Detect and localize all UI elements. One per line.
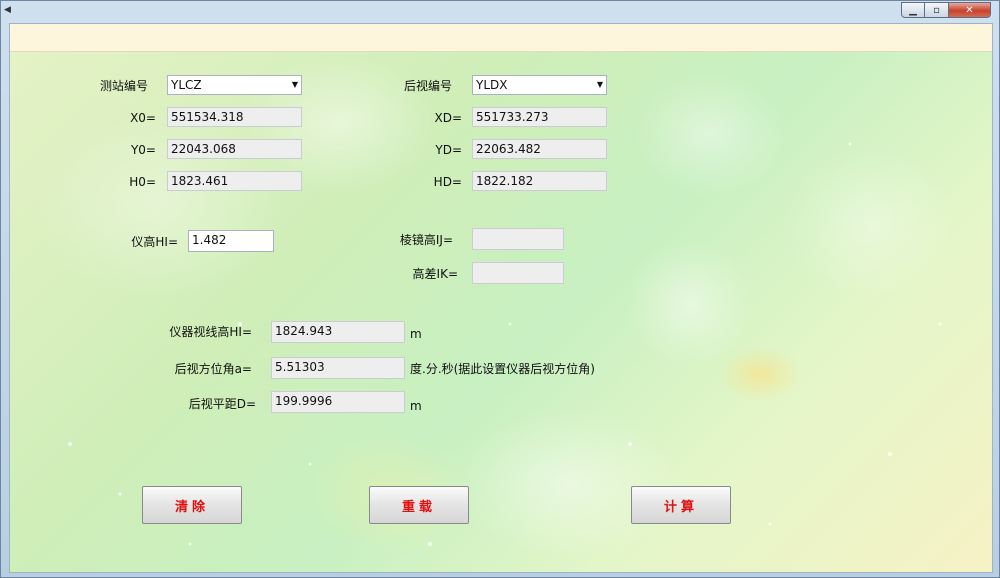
x0-field[interactable]: 551534.318 [167,107,302,127]
prism-height-field[interactable] [472,228,564,250]
station-id-label: 测站编号 [100,79,149,93]
sight-height-label: 仪器视线高HI= [169,325,252,339]
height-diff-field[interactable] [472,262,564,284]
station-id-value: YLCZ [171,78,202,92]
top-band [10,24,992,52]
chevron-down-icon: ▼ [596,80,603,89]
backsight-id-select[interactable]: YLDX ▼ [472,75,607,95]
left-arrow-icon: ◀ [4,5,11,15]
hd-field[interactable]: 1822.182 [472,171,607,191]
distance-label: 后视平距D= [188,397,256,411]
h0-field[interactable]: 1823.461 [167,171,302,191]
y0-label: Y0= [130,143,156,157]
xd-field[interactable]: 551733.273 [472,107,607,127]
prism-height-label: 棱镜高IJ= [399,233,453,247]
y0-field[interactable]: 22043.068 [167,139,302,159]
maximize-button[interactable]: ▫ [925,2,949,18]
close-icon: ✕ [965,4,974,16]
distance-field[interactable]: 199.9996 [271,391,405,413]
h0-label: H0= [129,175,156,189]
minimize-icon: ▁ [909,4,917,16]
minimize-button[interactable]: ▁ [901,2,925,18]
instrument-height-label: 仪高HI= [131,235,178,249]
instrument-height-input[interactable]: 1.482 [188,230,274,252]
form-client-area: 测站编号 YLCZ ▼ X0= 551534.318 Y0= 22043.068… [9,23,993,573]
yd-label: YD= [435,143,462,157]
azimuth-field[interactable]: 5.51303 [271,357,405,379]
backsight-id-label: 后视编号 [404,79,453,93]
window-controls: ▁ ▫ ✕ [901,2,991,18]
app-window: ◀ ▁ ▫ ✕ 测站编号 YLCZ ▼ X0= 551534.318 Y0= 2… [0,0,1000,578]
x0-label: X0= [130,111,156,125]
calculate-button[interactable]: 计算 [631,486,731,524]
azimuth-label: 后视方位角a= [174,362,252,376]
clear-button[interactable]: 清除 [142,486,242,524]
yd-field[interactable]: 22063.482 [472,139,607,159]
backsight-id-value: YLDX [476,78,508,92]
distance-unit: m [410,399,422,413]
close-button[interactable]: ✕ [949,2,991,18]
maximize-icon: ▫ [933,4,940,16]
sight-height-field[interactable]: 1824.943 [271,321,405,343]
title-bar[interactable]: ◀ ▁ ▫ ✕ [1,1,999,23]
xd-label: XD= [434,111,462,125]
height-diff-label: 高差IK= [412,267,458,281]
station-id-select[interactable]: YLCZ ▼ [167,75,302,95]
chevron-down-icon: ▼ [291,80,298,89]
sight-height-unit: m [410,327,422,341]
hd-label: HD= [433,175,462,189]
reload-button[interactable]: 重载 [369,486,469,524]
azimuth-unit: 度.分.秒(据此设置仪器后视方位角) [410,362,595,376]
